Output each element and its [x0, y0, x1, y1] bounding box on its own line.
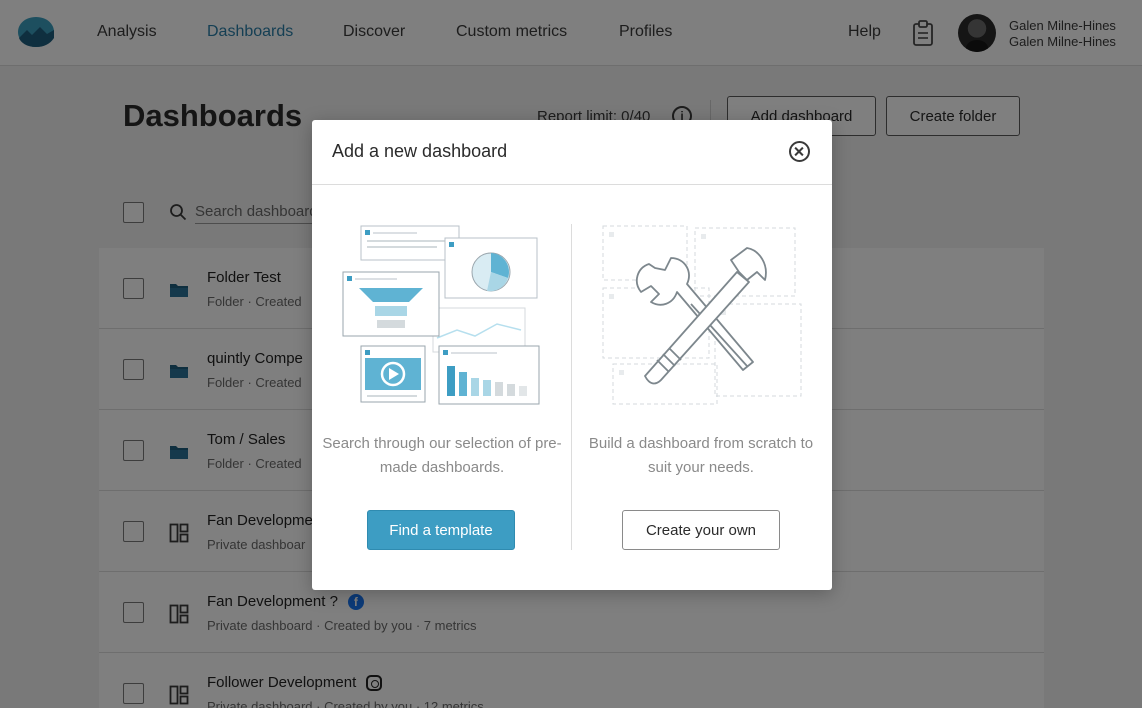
modal-column-divider	[571, 224, 572, 550]
wrench-hammer-illustration	[602, 225, 802, 405]
add-dashboard-modal: Add a new dashboard Search through our s…	[312, 120, 832, 590]
modal-divider	[312, 184, 832, 185]
create-own-description: Build a dashboard from scratch to suit y…	[588, 435, 814, 476]
find-template-button[interactable]: Find a template	[367, 510, 515, 550]
template-dashboards-illustration	[342, 225, 540, 405]
modal-title: Add a new dashboard	[332, 141, 508, 161]
create-your-own-button[interactable]: Create your own	[622, 510, 780, 550]
template-description: Search through our selection of pre-made…	[322, 435, 562, 476]
close-icon[interactable]	[789, 141, 810, 162]
